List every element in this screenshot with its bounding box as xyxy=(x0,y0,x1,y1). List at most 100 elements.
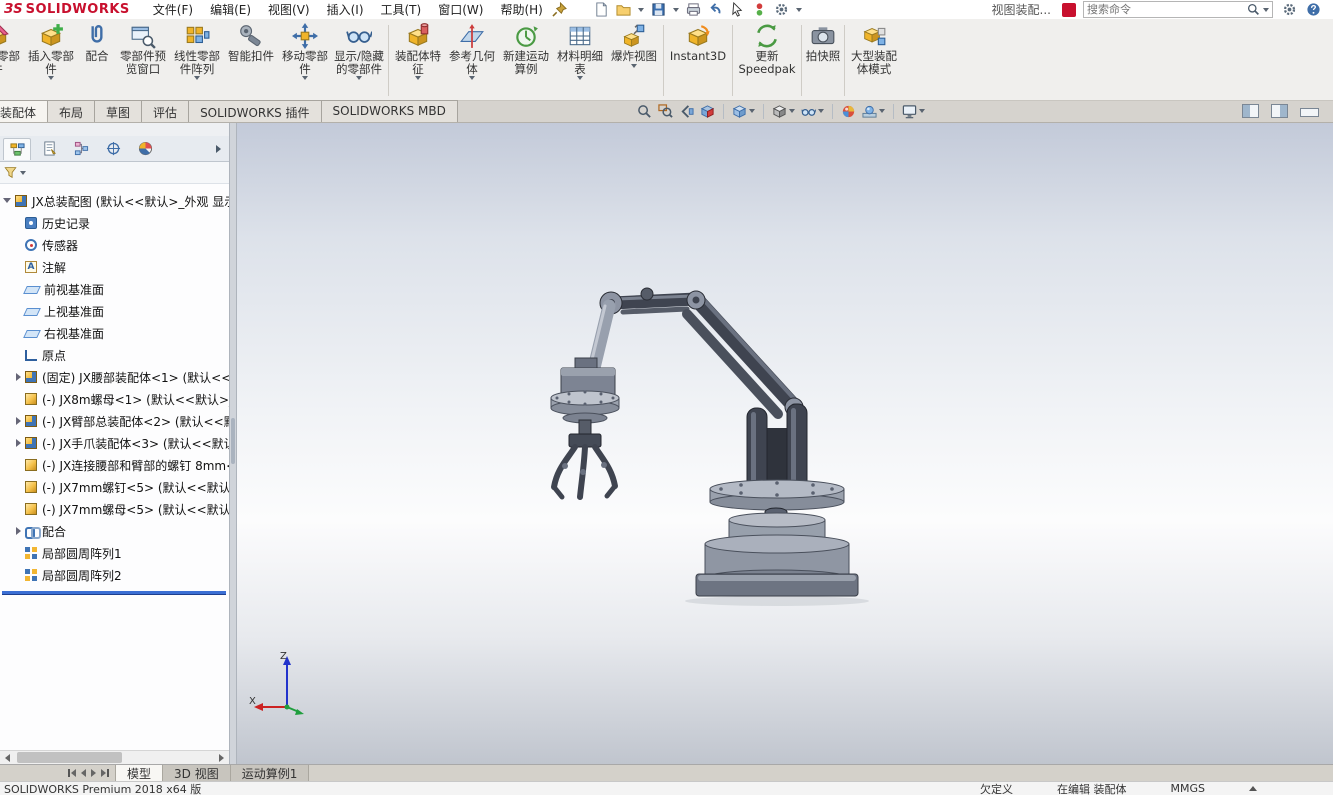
expander-icon[interactable] xyxy=(16,527,21,535)
scroll-left-button[interactable] xyxy=(0,751,15,764)
new-document-icon[interactable] xyxy=(594,2,609,17)
chevron-down-icon[interactable] xyxy=(673,8,679,12)
tree-item-waist-assembly[interactable]: (固定) JX腰部装配体<1> (默认<<默 xyxy=(0,366,229,388)
search-input[interactable] xyxy=(1087,3,1244,16)
last-tab-button[interactable] xyxy=(101,769,109,777)
units-label[interactable]: MMGS xyxy=(1171,782,1206,795)
menu-window[interactable]: 窗口(W) xyxy=(430,0,491,19)
tree-item-root-assembly[interactable]: JX总装配图 (默认<<默认>_外观 显示状... xyxy=(0,190,229,212)
tree-item-mates[interactable]: 配合 xyxy=(0,520,229,542)
hide-show-items-button[interactable] xyxy=(799,101,826,121)
filter-funnel-icon[interactable] xyxy=(4,166,17,179)
tree-item-right-plane[interactable]: 右视基准面 xyxy=(0,322,229,344)
tab-3d-views[interactable]: 3D 视图 xyxy=(163,765,231,781)
tab-sketch[interactable]: 草图 xyxy=(94,100,142,122)
first-tab-button[interactable] xyxy=(68,769,76,777)
tab-motion-study-1[interactable]: 运动算例1 xyxy=(231,765,310,781)
chevron-down-icon[interactable] xyxy=(1263,8,1269,12)
right-pane-toggle-icon[interactable] xyxy=(1271,104,1288,118)
tree-item-circular-pattern-2[interactable]: 局部圆周阵列2 xyxy=(0,564,229,586)
tab-feature-manager[interactable] xyxy=(3,138,31,160)
expander-icon[interactable] xyxy=(16,439,21,447)
expander-icon[interactable] xyxy=(16,373,21,381)
tab-dimxpert-manager[interactable] xyxy=(99,138,127,160)
tab-assembly[interactable]: 装配体 xyxy=(0,100,48,122)
tree-item-front-plane[interactable]: 前视基准面 xyxy=(0,278,229,300)
tab-property-manager[interactable] xyxy=(35,138,63,160)
ribbon-button-bill-of-materials[interactable]: 材料明细表 xyxy=(553,21,607,100)
settings-gear-icon[interactable] xyxy=(1282,2,1297,17)
select-cursor-icon[interactable] xyxy=(730,2,745,17)
ribbon-button-reference-geometry[interactable]: 参考几何体 xyxy=(445,21,499,100)
tree-item-screw-7mm[interactable]: (-) JX7mm螺钉<5> (默认<<默认>_ xyxy=(0,476,229,498)
tree-item-nut-8m[interactable]: (-) JX8m螺母<1> (默认<<默认>_显 xyxy=(0,388,229,410)
rollback-bar[interactable] xyxy=(2,591,226,594)
left-pane-toggle-icon[interactable] xyxy=(1242,104,1259,118)
tab-display-manager[interactable] xyxy=(131,138,159,160)
chevron-down-icon[interactable] xyxy=(20,171,26,175)
zoom-fit-button[interactable] xyxy=(635,101,654,121)
previous-view-button[interactable] xyxy=(677,101,696,121)
scroll-right-button[interactable] xyxy=(214,751,229,764)
graphics-area[interactable]: Z X xyxy=(237,123,1333,764)
search-icon[interactable] xyxy=(1247,3,1260,16)
view-settings-button[interactable] xyxy=(900,101,927,121)
print-icon[interactable] xyxy=(686,2,701,17)
tree-item-circular-pattern-1[interactable]: 局部圆周阵列1 xyxy=(0,542,229,564)
ribbon-button-insert-component[interactable]: 插入零部件 xyxy=(24,21,78,100)
save-icon[interactable] xyxy=(651,2,666,17)
help-icon[interactable] xyxy=(1306,2,1321,17)
pin-icon[interactable] xyxy=(552,2,567,17)
tree-item-history[interactable]: 历史记录 xyxy=(0,212,229,234)
ribbon-button-update-speedpak[interactable]: 更新 Speedpak xyxy=(735,21,799,100)
ribbon-button-assembly-features[interactable]: 装配体特征 xyxy=(391,21,445,100)
tree-item-origin[interactable]: 原点 xyxy=(0,344,229,366)
ribbon-button-linear-component-pattern[interactable]: 线性零部件阵列 xyxy=(170,21,224,100)
ribbon-button-take-snapshot[interactable]: 拍快照 xyxy=(804,21,842,100)
menu-edit[interactable]: 编辑(E) xyxy=(202,0,259,19)
chevron-down-icon[interactable] xyxy=(638,8,644,12)
ribbon-button-mate[interactable]: 配合 xyxy=(78,21,116,100)
ribbon-button-smart-fasteners[interactable]: 智能扣件 xyxy=(224,21,278,100)
menu-file[interactable]: 文件(F) xyxy=(145,0,201,19)
tab-solidworks-addins[interactable]: SOLIDWORKS 插件 xyxy=(188,100,321,122)
tree-item-arm-assembly[interactable]: (-) JX臂部总装配体<2> (默认<<默认 xyxy=(0,410,229,432)
ribbon-button-new-motion-study[interactable]: 新建运动算例 xyxy=(499,21,553,100)
zoom-area-button[interactable] xyxy=(656,101,675,121)
panel-flyout-button[interactable] xyxy=(210,141,226,157)
view-orientation-button[interactable] xyxy=(730,101,757,121)
tab-solidworks-mbd[interactable]: SOLIDWORKS MBD xyxy=(321,100,458,122)
tree-item-top-plane[interactable]: 上视基准面 xyxy=(0,300,229,322)
tree-item-nut-7mm[interactable]: (-) JX7mm螺母<5> (默认<<默认>_ xyxy=(0,498,229,520)
prev-tab-button[interactable] xyxy=(81,769,86,777)
open-icon[interactable] xyxy=(616,2,631,17)
ribbon-button-large-assembly-mode[interactable]: 大型装配体模式 xyxy=(847,21,901,100)
apply-scene-button[interactable] xyxy=(860,101,887,121)
ribbon-button-show-hide-components[interactable]: 显示/隐藏的零部件 xyxy=(332,21,386,100)
tab-configuration-manager[interactable] xyxy=(67,138,95,160)
undo-icon[interactable] xyxy=(708,2,723,17)
edit-appearance-button[interactable] xyxy=(839,101,858,121)
ribbon-button-edit-component[interactable]: 编辑零部件 xyxy=(0,21,24,100)
tree-item-connecting-screw-8mm[interactable]: (-) JX连接腰部和臂部的螺钉 8mm<5 xyxy=(0,454,229,476)
options-gear-icon[interactable] xyxy=(774,2,789,17)
rebuild-icon[interactable] xyxy=(752,2,767,17)
tab-layout[interactable]: 布局 xyxy=(47,100,95,122)
tree-item-annotations[interactable]: A 注解 xyxy=(0,256,229,278)
panel-splitter[interactable] xyxy=(230,123,237,764)
ribbon-button-component-preview-window[interactable]: 零部件预览窗口 xyxy=(116,21,170,100)
tab-evaluate[interactable]: 评估 xyxy=(141,100,189,122)
menu-help[interactable]: 帮助(H) xyxy=(492,0,550,19)
menu-view[interactable]: 视图(V) xyxy=(260,0,318,19)
tree-item-sensors[interactable]: 传感器 xyxy=(0,234,229,256)
tree-item-gripper-assembly[interactable]: (-) JX手爪装配体<3> (默认<<默认> xyxy=(0,432,229,454)
ribbon-button-exploded-view[interactable]: 爆炸视图 xyxy=(607,21,661,100)
chevron-up-icon[interactable] xyxy=(1249,786,1257,791)
ribbon-button-move-component[interactable]: 移动零部件 xyxy=(278,21,332,100)
menu-tools[interactable]: 工具(T) xyxy=(373,0,430,19)
display-style-button[interactable] xyxy=(770,101,797,121)
tab-model[interactable]: 模型 xyxy=(115,765,163,781)
expander-icon[interactable] xyxy=(3,198,11,207)
next-tab-button[interactable] xyxy=(91,769,96,777)
collapse-pane-toggle-icon[interactable] xyxy=(1300,108,1319,117)
